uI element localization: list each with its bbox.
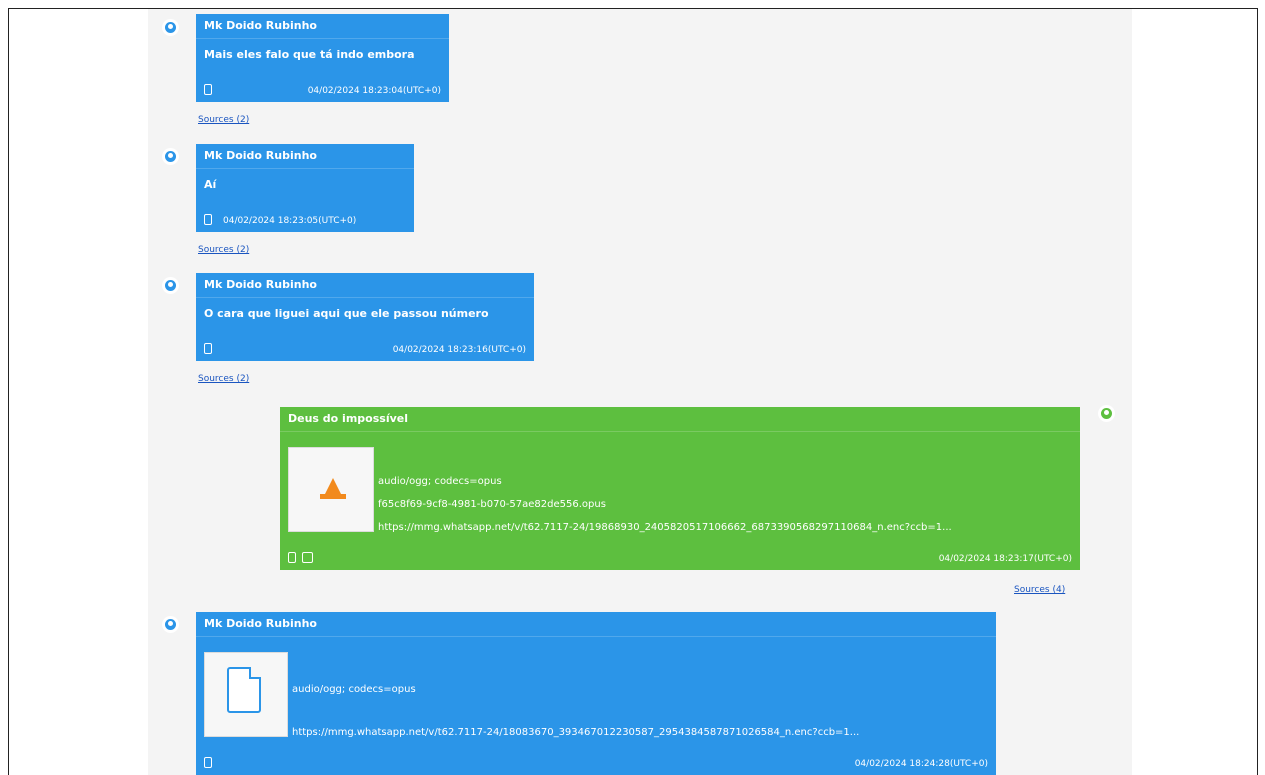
sender-name: Mk Doido Rubinho bbox=[196, 14, 449, 39]
phone-icon bbox=[204, 214, 212, 225]
user-avatar-icon bbox=[162, 277, 179, 294]
user-avatar-icon bbox=[162, 148, 179, 165]
message-footer: 04/02/2024 18:23:16(UTC+0) bbox=[196, 343, 534, 359]
sources-link[interactable]: Sources (4) bbox=[1014, 585, 1065, 595]
message-footer: 04/02/2024 18:24:28(UTC+0) bbox=[196, 757, 996, 773]
phone-icon bbox=[204, 84, 212, 95]
message-bubble[interactable]: Deus do impossível audio/ogg; codecs=opu… bbox=[280, 407, 1080, 570]
sender-name: Mk Doido Rubinho bbox=[196, 612, 996, 637]
user-avatar-icon bbox=[162, 616, 179, 633]
phone-icon bbox=[204, 343, 212, 354]
message-bubble[interactable]: Mk Doido Rubinho audio/ogg; codecs=opus … bbox=[196, 612, 996, 775]
message-text: Aí bbox=[204, 178, 217, 191]
phone-icon bbox=[288, 552, 296, 563]
document-shape bbox=[227, 667, 261, 713]
cone-base bbox=[320, 494, 346, 499]
message-footer: 04/02/2024 18:23:05(UTC+0) bbox=[196, 214, 414, 230]
attachment-mime: audio/ogg; codecs=opus bbox=[292, 684, 416, 695]
sender-name: Mk Doido Rubinho bbox=[196, 144, 414, 169]
sender-name: Deus do impossível bbox=[280, 407, 1080, 432]
media-icon bbox=[302, 552, 313, 563]
message-footer: 04/02/2024 18:23:17(UTC+0) bbox=[280, 552, 1080, 568]
sender-name: Mk Doido Rubinho bbox=[196, 273, 534, 298]
attachment-url[interactable]: https://mmg.whatsapp.net/v/t62.7117-24/1… bbox=[292, 727, 982, 738]
message-bubble[interactable]: Mk Doido Rubinho Mais eles falo que tá i… bbox=[196, 14, 449, 102]
message-footer: 04/02/2024 18:23:04(UTC+0) bbox=[196, 84, 449, 100]
vlc-cone-icon[interactable] bbox=[288, 447, 374, 532]
document-icon[interactable] bbox=[204, 652, 288, 737]
timestamp: 04/02/2024 18:23:05(UTC+0) bbox=[223, 216, 357, 226]
message-text: Mais eles falo que tá indo embora bbox=[204, 48, 415, 61]
attachment-filename: f65c8f69-9cf8-4981-b070-57ae82de556.opus bbox=[378, 499, 606, 510]
sources-link[interactable]: Sources (2) bbox=[198, 115, 249, 125]
sources-link[interactable]: Sources (2) bbox=[198, 374, 249, 384]
message-bubble[interactable]: Mk Doido Rubinho Aí 04/02/2024 18:23:05(… bbox=[196, 144, 414, 232]
timestamp: 04/02/2024 18:23:16(UTC+0) bbox=[392, 345, 526, 355]
user-avatar-icon bbox=[162, 19, 179, 36]
message-bubble[interactable]: Mk Doido Rubinho O cara que liguei aqui … bbox=[196, 273, 534, 361]
phone-icon bbox=[204, 757, 212, 768]
attachment-mime: audio/ogg; codecs=opus bbox=[378, 476, 502, 487]
sources-link[interactable]: Sources (2) bbox=[198, 245, 249, 255]
timestamp: 04/02/2024 18:23:17(UTC+0) bbox=[938, 554, 1072, 564]
attachment-url[interactable]: https://mmg.whatsapp.net/v/t62.7117-24/1… bbox=[378, 522, 1068, 533]
user-avatar-icon bbox=[1098, 405, 1115, 422]
timestamp: 04/02/2024 18:24:28(UTC+0) bbox=[854, 759, 988, 769]
chat-panel: Mk Doido Rubinho Mais eles falo que tá i… bbox=[148, 9, 1132, 775]
cone-shape bbox=[325, 478, 341, 494]
timestamp: 04/02/2024 18:23:04(UTC+0) bbox=[307, 86, 441, 96]
message-text: O cara que liguei aqui que ele passou nú… bbox=[204, 307, 489, 320]
